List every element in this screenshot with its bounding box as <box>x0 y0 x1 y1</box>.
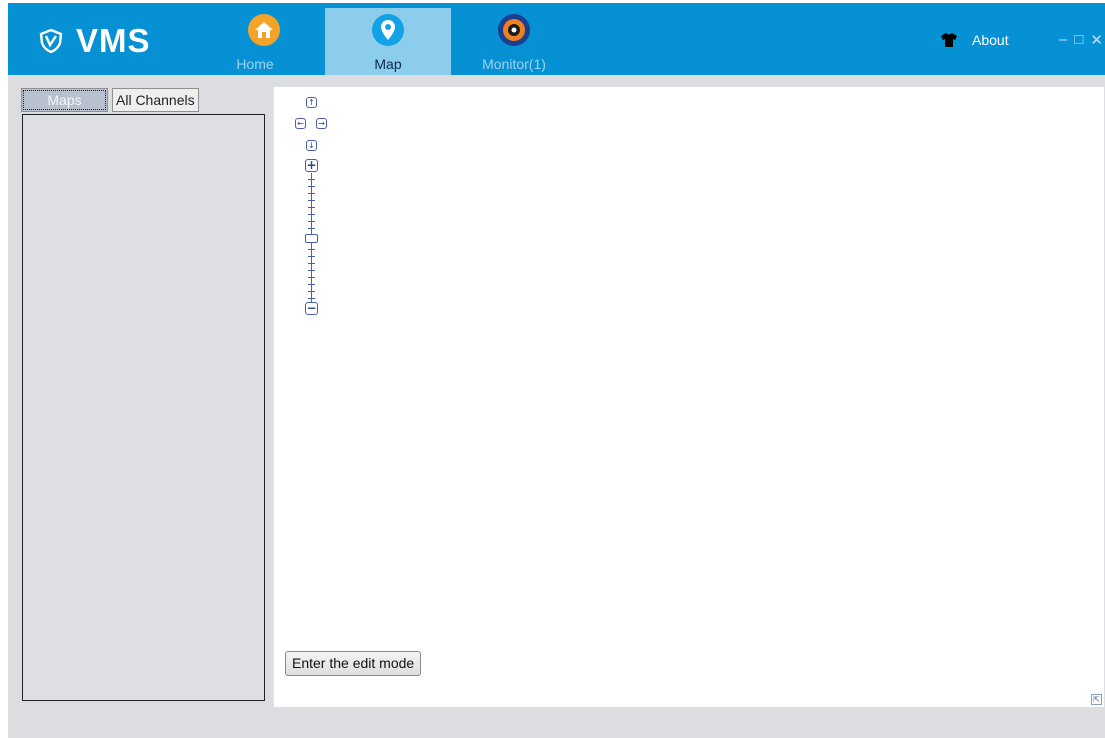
app-logo: VMS <box>38 22 151 59</box>
close-icon[interactable]: ✕ <box>1090 31 1103 49</box>
nav-map-label: Map <box>374 56 402 72</box>
about-label: About <box>972 32 1009 48</box>
zoom-slider-handle[interactable] <box>305 234 318 243</box>
tab-maps[interactable]: Maps <box>21 88 108 112</box>
zoom-tick <box>308 214 315 215</box>
pan-left-button[interactable]: ← <box>295 118 306 129</box>
zoom-tick <box>308 270 315 271</box>
maximize-icon[interactable]: □ <box>1074 31 1083 49</box>
nav-map[interactable]: Map <box>325 8 451 75</box>
top-header: VMS Home Map Monitor(1) About – □ ✕ <box>8 3 1105 75</box>
tab-all-channels[interactable]: All Channels <box>112 88 199 112</box>
tshirt-icon <box>941 33 957 47</box>
home-icon <box>248 14 280 46</box>
vms-window: VMS Home Map Monitor(1) About – □ ✕ Maps… <box>8 3 1105 738</box>
app-name: VMS <box>76 22 151 59</box>
zoom-tick <box>308 200 315 201</box>
zoom-tick <box>308 207 315 208</box>
zoom-tick <box>308 186 315 187</box>
overview-toggle-icon[interactable]: ⇱ <box>1091 694 1102 705</box>
window-controls: – □ ✕ <box>1059 31 1103 49</box>
shield-logo-icon <box>39 28 63 54</box>
zoom-tick <box>308 277 315 278</box>
map-canvas[interactable]: ↑ ← → ↓ + − Enter the edit mode ⇱ <box>273 87 1104 707</box>
about-button[interactable]: About <box>940 32 1009 48</box>
pan-down-button[interactable]: ↓ <box>306 140 317 151</box>
pan-up-button[interactable]: ↑ <box>306 97 317 108</box>
minimize-icon[interactable]: – <box>1059 31 1067 49</box>
nav-monitor-label: Monitor(1) <box>482 56 546 72</box>
zoom-tick <box>308 221 315 222</box>
zoom-out-button[interactable]: − <box>305 302 318 315</box>
nav-home[interactable]: Home <box>201 8 327 75</box>
left-panel-tabs: Maps All Channels <box>21 88 199 112</box>
nav-monitor[interactable]: Monitor(1) <box>451 8 577 75</box>
enter-edit-mode-button[interactable]: Enter the edit mode <box>285 651 422 676</box>
zoom-tick <box>308 284 315 285</box>
zoom-tick <box>308 291 315 292</box>
zoom-tick <box>308 193 315 194</box>
zoom-tick <box>308 263 315 264</box>
pan-right-button[interactable]: → <box>316 118 327 129</box>
zoom-tick <box>308 179 315 180</box>
zoom-tick <box>308 298 315 299</box>
zoom-tick <box>308 249 315 250</box>
zoom-tick <box>308 256 315 257</box>
monitor-camera-icon <box>498 14 530 46</box>
zoom-tick <box>308 228 315 229</box>
nav-home-label: Home <box>236 56 274 72</box>
map-pin-icon <box>372 14 404 46</box>
zoom-in-button[interactable]: + <box>305 159 318 172</box>
maps-list-panel[interactable] <box>22 114 265 701</box>
